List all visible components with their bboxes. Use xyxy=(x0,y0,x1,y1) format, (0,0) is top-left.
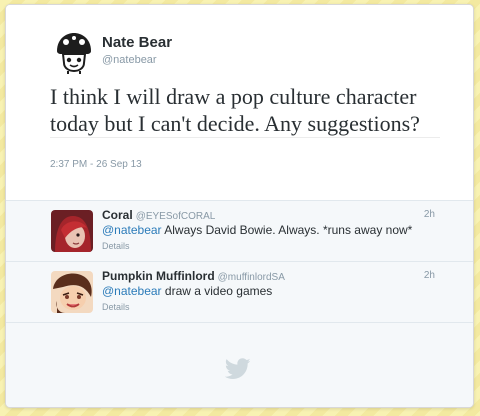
reply-mention-link[interactable]: @natebear xyxy=(102,223,162,237)
reply-author: Pumpkin Muffinlord @muffinlordSA xyxy=(102,269,285,283)
tweet-timestamp[interactable]: 2:37 PM - 26 Sep 13 xyxy=(50,159,142,170)
reply-author-name[interactable]: Coral xyxy=(102,208,133,222)
replies-section: Coral @EYESofCORAL 2h @natebear Always Da… xyxy=(6,200,473,407)
reply-author: Coral @EYESofCORAL xyxy=(102,208,215,222)
reply-item: Coral @EYESofCORAL 2h @natebear Always Da… xyxy=(6,201,473,262)
author-avatar[interactable] xyxy=(51,29,97,75)
author-handle[interactable]: @natebear xyxy=(102,54,157,66)
reply-body: Always David Bowie. Always. *runs away n… xyxy=(161,223,413,237)
reply-mention-link[interactable]: @natebear xyxy=(102,284,162,298)
reply-avatar[interactable] xyxy=(51,210,93,252)
coral-avatar-icon xyxy=(51,210,93,252)
reply-text: @natebear draw a video games xyxy=(102,284,272,298)
reply-author-handle[interactable]: @muffinlordSA xyxy=(218,272,285,283)
embedded-tweet-card: Nate Bear @natebear I think I will draw … xyxy=(5,4,474,408)
reply-avatar[interactable] xyxy=(51,271,93,313)
reply-details-link[interactable]: Details xyxy=(102,241,130,251)
tweet-text-line: today but I can't decide. Any suggestion… xyxy=(50,111,420,136)
pumpkin-avatar-icon xyxy=(51,271,93,313)
reply-item: Pumpkin Muffinlord @muffinlordSA 2h @nate… xyxy=(6,262,473,323)
main-tweet: Nate Bear @natebear I think I will draw … xyxy=(6,5,473,200)
mushroom-avatar-icon xyxy=(51,29,97,75)
reply-time[interactable]: 2h xyxy=(424,209,435,220)
tweet-text-line: I think I will draw a pop culture charac… xyxy=(50,84,417,109)
tweet-text: I think I will draw a pop culture charac… xyxy=(50,83,450,137)
reply-details-link[interactable]: Details xyxy=(102,302,130,312)
divider xyxy=(50,137,440,138)
reply-author-handle[interactable]: @EYESofCORAL xyxy=(136,211,216,222)
author-name[interactable]: Nate Bear xyxy=(102,34,172,51)
twitter-bird-icon[interactable] xyxy=(225,358,251,380)
reply-body: draw a video games xyxy=(161,284,273,298)
reply-time[interactable]: 2h xyxy=(424,270,435,281)
reply-author-name[interactable]: Pumpkin Muffinlord xyxy=(102,269,215,283)
reply-text: @natebear Always David Bowie. Always. *r… xyxy=(102,223,412,237)
